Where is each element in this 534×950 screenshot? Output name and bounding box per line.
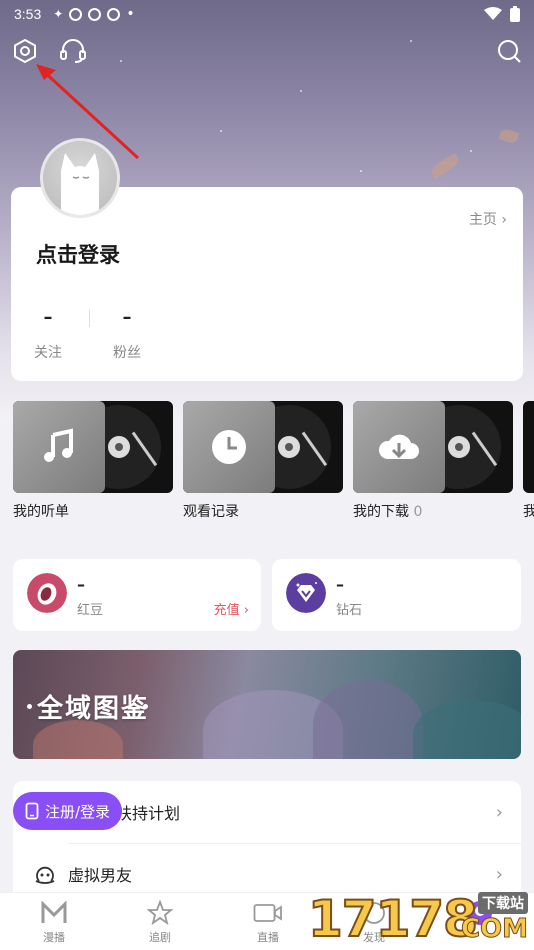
red-bean-label: 红豆 [77, 603, 104, 618]
followers-count: – [122, 307, 132, 328]
media-shortcuts: 我的听单 观看记录 我的下载 0 我 [13, 401, 534, 531]
sleeve [183, 401, 275, 493]
chevron-right-icon: › [501, 212, 507, 228]
nav-manbo[interactable]: 漫播 [24, 899, 84, 945]
nav-follow-drama[interactable]: 追剧 [130, 899, 190, 945]
media-label: 我 [523, 501, 534, 521]
my-playlist-item[interactable]: 我的听单 [13, 401, 173, 521]
nav-label: 漫播 [43, 931, 65, 944]
status-bar: 3:53 ✦ • [0, 0, 534, 28]
watermark-site: 下载站 [478, 892, 528, 914]
watermark-logo: 17178 下载站 COM [307, 889, 534, 950]
banner-illustration [413, 700, 521, 759]
menu-item-label: 虚拟男友 [68, 866, 133, 885]
media-cover [523, 401, 534, 493]
nav-label: 追剧 [149, 931, 171, 944]
home-page-link[interactable]: 主页 › [469, 209, 507, 229]
media-cover [183, 401, 343, 493]
red-bean-card[interactable]: – 红豆 充值 › [13, 559, 261, 631]
media-label-text: 我 [523, 504, 534, 520]
nav-live[interactable]: 直播 [238, 899, 298, 945]
watch-history-item[interactable]: 观看记录 [183, 401, 343, 521]
media-label: 我的下载 0 [353, 501, 513, 521]
search-icon [498, 40, 521, 63]
followers-label: 粉丝 [113, 345, 141, 361]
media-cover [353, 401, 513, 493]
sleeve [353, 401, 445, 493]
banner-dot [143, 704, 148, 709]
diamond-card[interactable]: – 钻石 [272, 559, 521, 631]
media-label-text: 我的听单 [13, 504, 69, 520]
status-time: 3:53 [14, 6, 42, 22]
followers-stat[interactable]: – 粉丝 [97, 307, 157, 362]
more-media-item[interactable]: 我 [523, 401, 534, 521]
media-label: 我的听单 [13, 501, 173, 521]
register-login-label: 注册/登录 [45, 802, 111, 821]
diamond-icon [286, 573, 326, 613]
red-bean-icon [27, 573, 67, 613]
sleeve [13, 401, 105, 493]
download-count: 0 [413, 504, 423, 520]
banner-illustration [33, 720, 123, 759]
watermark-digits: 17178 [307, 889, 479, 949]
clock-icon [212, 430, 246, 464]
recharge-link[interactable]: 充值 › [214, 599, 249, 618]
banner-illustration [313, 680, 423, 759]
following-stat[interactable]: – 关注 [18, 307, 78, 362]
download-cloud-icon [378, 434, 419, 459]
home-link-label: 主页 [468, 212, 497, 228]
register-login-button[interactable]: 注册/登录 [13, 792, 123, 830]
banner-dot [27, 704, 32, 709]
following-label: 关注 [34, 345, 62, 361]
avatar[interactable] [40, 138, 120, 218]
star-icon [147, 900, 173, 926]
banner-title: 全域图鉴 [37, 694, 150, 724]
red-bean-value: – [77, 575, 85, 594]
media-cover [13, 401, 173, 493]
phone-icon [25, 802, 39, 820]
chevron-right-icon: › [495, 801, 503, 823]
nav-label: 直播 [257, 931, 279, 944]
menu-item-label: 扶持计划 [116, 804, 181, 823]
watermark-domain: COM [460, 914, 528, 945]
diamond-value: – [336, 575, 344, 594]
chevron-right-icon: › [243, 603, 249, 618]
login-prompt[interactable]: 点击登录 [36, 239, 120, 269]
diamond-label: 钻石 [336, 603, 363, 618]
wifi-icon [484, 7, 502, 20]
battery-icon [510, 6, 520, 22]
music-note-icon [44, 428, 73, 462]
stat-divider [89, 309, 90, 327]
encyclopedia-banner[interactable]: 全域图鉴 [13, 650, 521, 759]
media-label-text: 观看记录 [183, 504, 239, 520]
media-label-text: 我的下载 [353, 504, 409, 520]
notification-icon [107, 7, 121, 21]
default-avatar-cat-icon [61, 153, 99, 215]
media-label: 观看记录 [183, 501, 343, 521]
notification-icon [69, 7, 83, 21]
manbo-logo-icon [41, 901, 67, 923]
recharge-label: 充值 [213, 603, 240, 618]
chevron-right-icon: › [495, 863, 503, 885]
notification-icon [88, 7, 102, 21]
more-notifications-icon: • [126, 6, 135, 22]
live-camera-icon [253, 904, 282, 922]
notification-icon: ✦ [53, 7, 64, 21]
my-downloads-item[interactable]: 我的下载 0 [353, 401, 513, 521]
following-count: – [43, 307, 53, 328]
virtual-boyfriend-icon [35, 866, 55, 884]
search-button[interactable] [494, 36, 524, 66]
